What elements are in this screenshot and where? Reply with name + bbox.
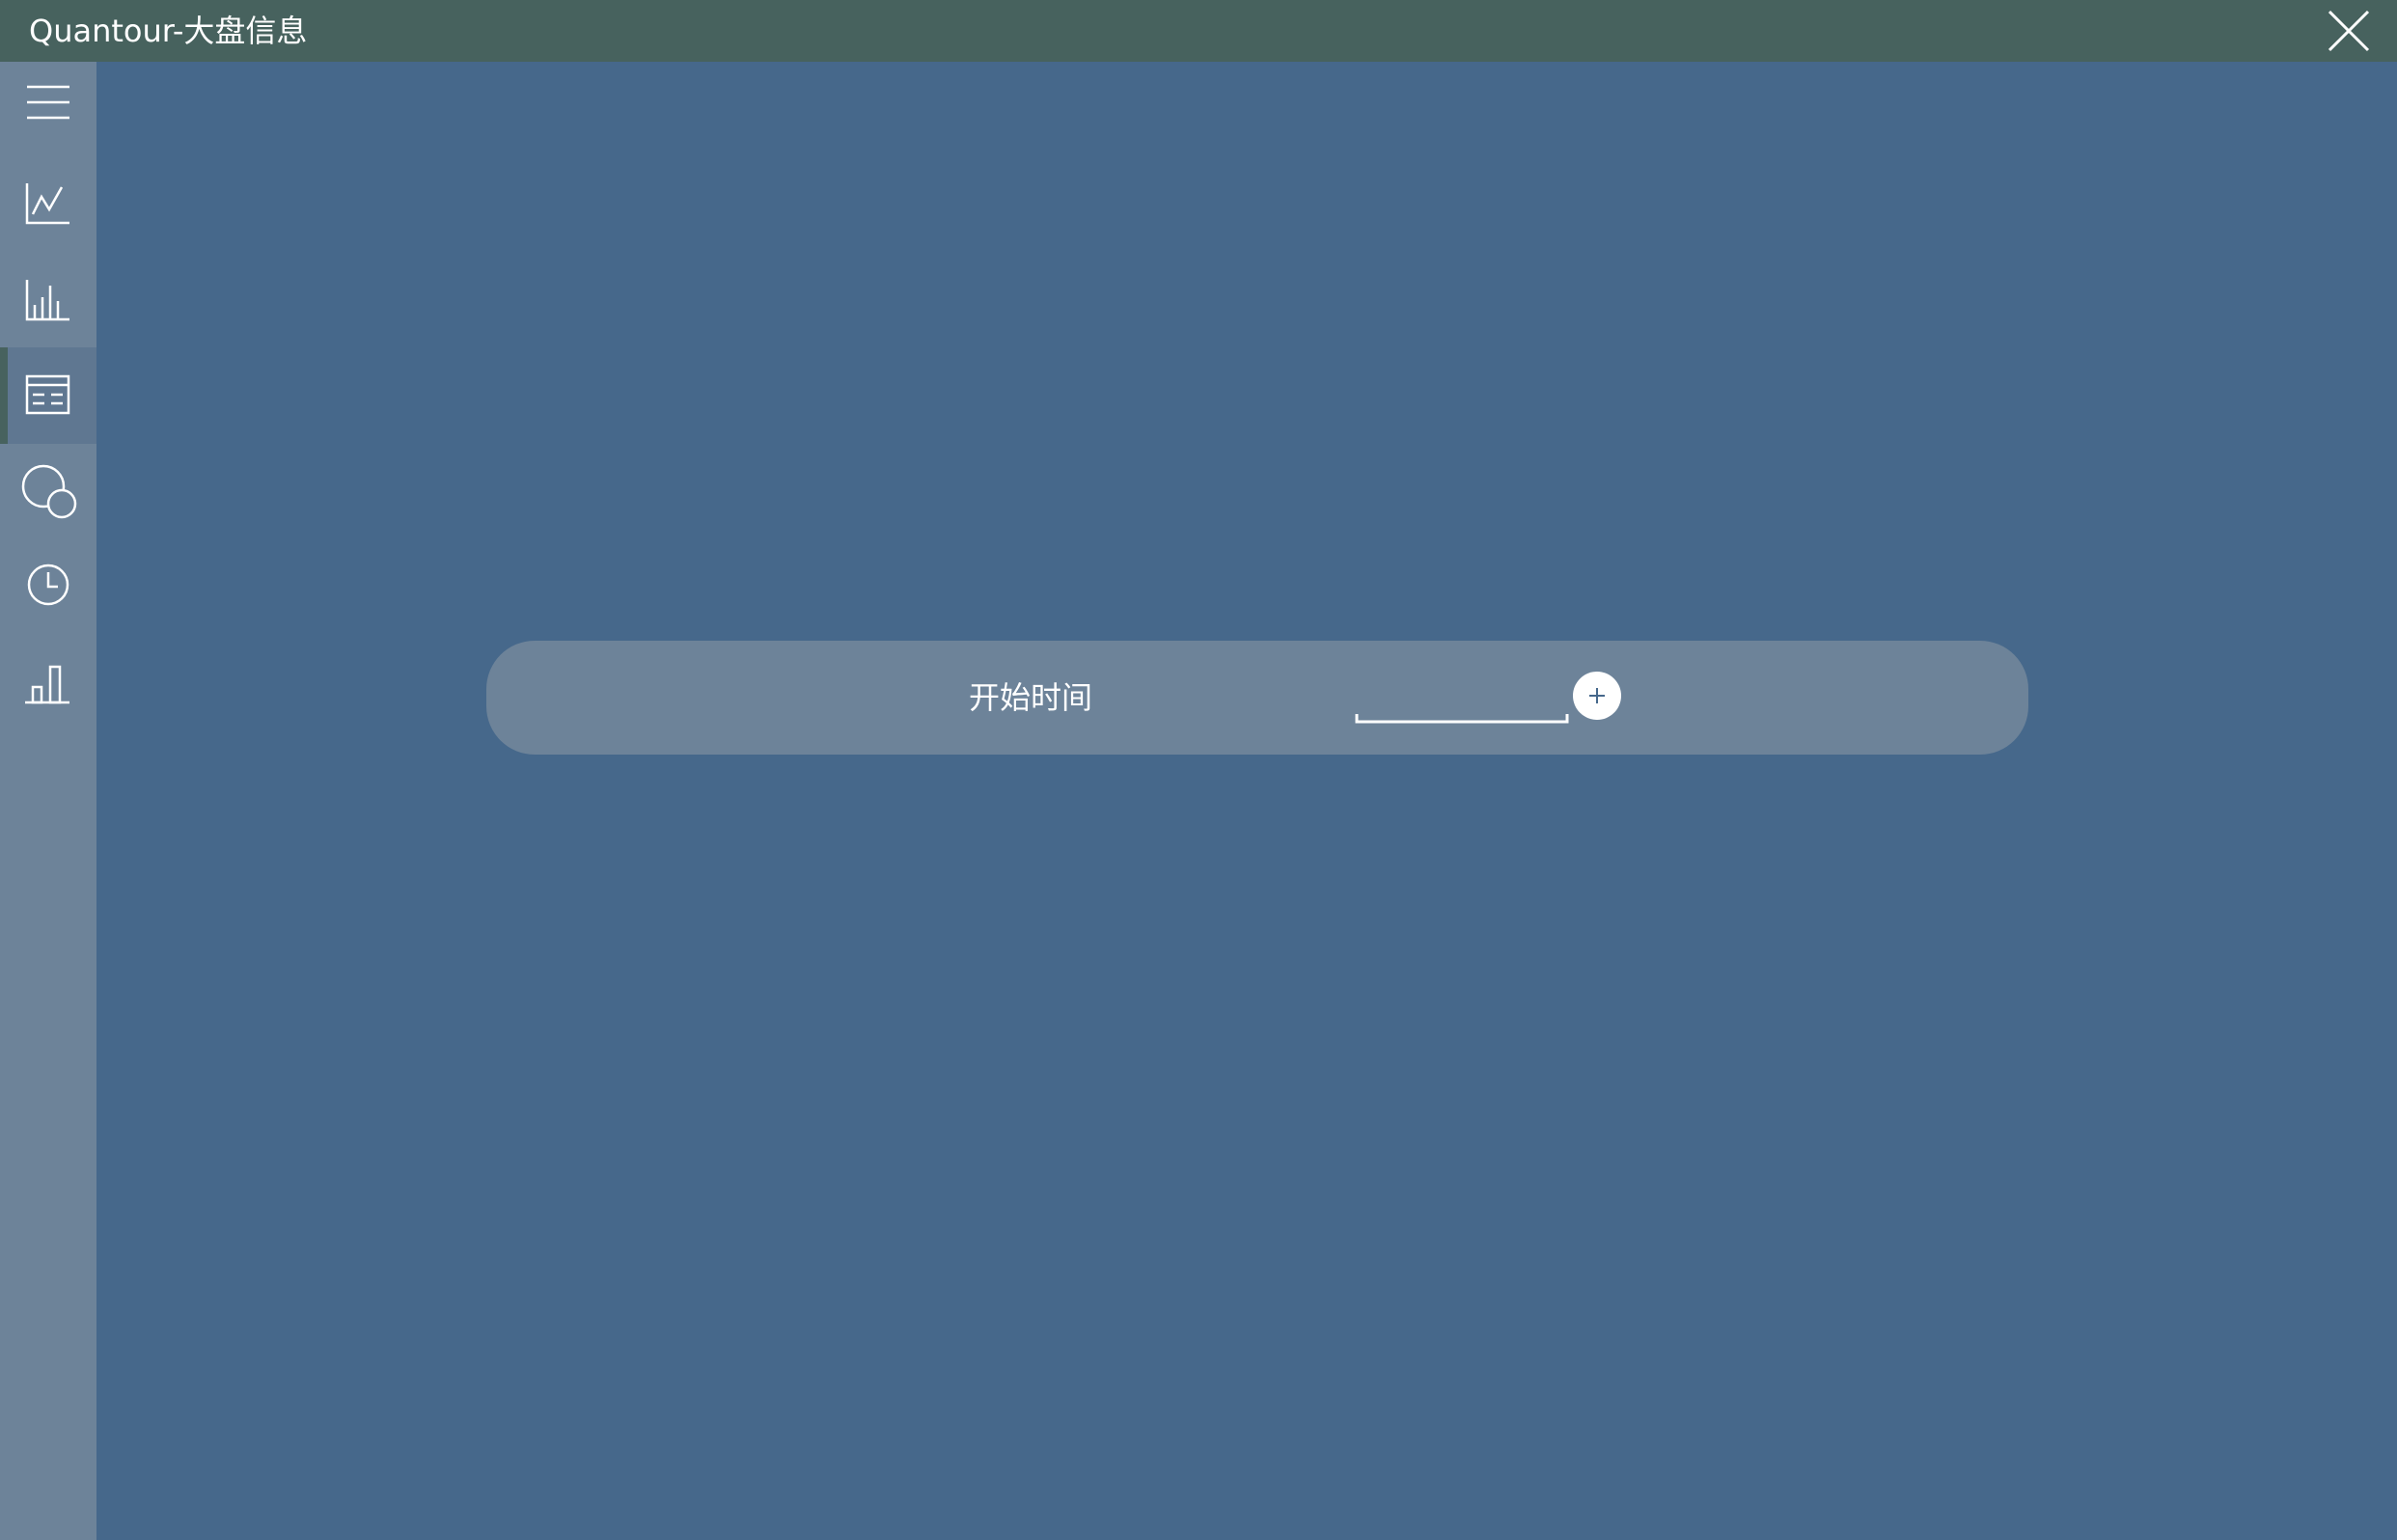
menu-icon	[27, 85, 69, 120]
add-button[interactable]	[1573, 672, 1621, 720]
line-chart-icon	[25, 183, 69, 225]
sidebar-item-bar-chart[interactable]	[0, 255, 96, 351]
close-button[interactable]	[2324, 6, 2374, 56]
start-time-label: 开始时间	[969, 679, 1093, 716]
start-time-input[interactable]	[1355, 668, 1567, 714]
title-bar: Quantour-大盘信息	[0, 0, 2397, 62]
start-time-panel: 开始时间	[486, 641, 2028, 755]
sidebar-item-compare[interactable]	[0, 444, 96, 540]
sidebar-item-table[interactable]	[0, 347, 96, 444]
overlap-circles-icon	[21, 464, 77, 519]
sidebar-item-line-chart[interactable]	[0, 158, 96, 255]
bar-chart-icon	[25, 280, 69, 321]
table-list-icon	[25, 374, 70, 415]
clock-icon	[27, 564, 69, 606]
sidebar-item-history[interactable]	[0, 540, 96, 637]
sidebar-item-stats[interactable]	[0, 637, 96, 733]
sidebar	[0, 62, 96, 1540]
stats-bar-icon	[25, 665, 69, 704]
close-icon	[2328, 10, 2370, 52]
app-window: Quantour-大盘信息 开始时间	[0, 0, 2397, 1540]
plus-icon	[1589, 688, 1605, 703]
window-title: Quantour-大盘信息	[29, 13, 308, 49]
sidebar-item-menu[interactable]	[0, 62, 96, 158]
